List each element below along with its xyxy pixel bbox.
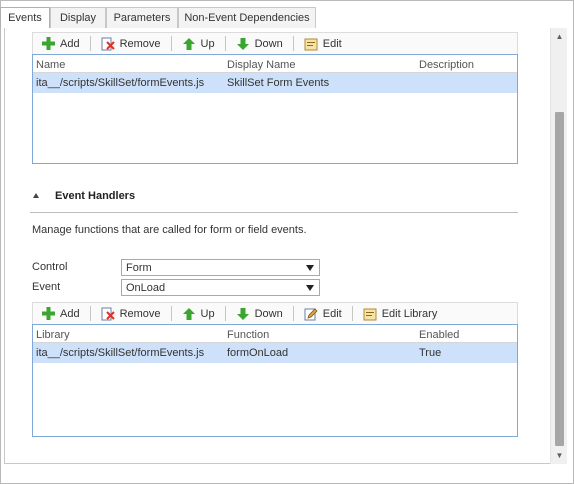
control-label: Control <box>32 261 68 273</box>
remove-handler-button[interactable]: Remove <box>97 305 165 323</box>
chevron-down-icon <box>306 285 314 291</box>
cell-function: formOnLoad <box>227 347 289 359</box>
remove-icon <box>101 307 115 321</box>
scrollbar-thumb[interactable] <box>555 112 564 446</box>
edit-pencil-icon <box>304 307 318 321</box>
cell-display-name: SkillSet Form Events <box>227 77 330 89</box>
arrow-up-icon <box>182 307 196 321</box>
up-label: Up <box>200 307 215 320</box>
form-libraries-grid: Name Display Name Description ita__/scri… <box>32 54 518 164</box>
tab-non-event-dependencies[interactable]: Non-Event Dependencies <box>178 7 316 28</box>
toolbar-separator <box>170 306 172 321</box>
column-header-description[interactable]: Description <box>419 59 474 71</box>
move-down-button[interactable]: Down <box>232 305 287 323</box>
handlers-toolbar: Add Remove Up Down Edit Edit Library <box>32 302 518 324</box>
toolbar-separator <box>224 36 226 51</box>
plus-icon <box>41 307 55 321</box>
edit-library-button[interactable]: Edit <box>300 35 346 53</box>
toolbar-separator <box>292 36 294 51</box>
cell-enabled: True <box>419 347 442 359</box>
toolbar-separator <box>224 306 226 321</box>
chevron-down-icon <box>306 265 314 271</box>
move-up-button[interactable]: Up <box>178 35 219 53</box>
tab-label: Display <box>59 12 97 24</box>
tab-events[interactable]: Events <box>0 7 50 29</box>
toolbar-separator <box>170 36 172 51</box>
event-select[interactable]: OnLoad <box>121 279 320 296</box>
toolbar-separator <box>351 306 353 321</box>
remove-icon <box>101 37 115 51</box>
down-label: Down <box>254 37 283 50</box>
move-down-button[interactable]: Down <box>232 35 287 53</box>
control-select-value: Form <box>126 262 152 274</box>
remove-library-button[interactable]: Remove <box>97 35 165 53</box>
down-label: Down <box>254 307 283 320</box>
tab-parameters[interactable]: Parameters <box>106 7 178 28</box>
collapse-arrow-icon[interactable] <box>33 193 39 198</box>
edit-library-label: Edit Library <box>381 307 438 320</box>
cell-library: ita__/scripts/SkillSet/formEvents.js <box>36 347 205 359</box>
table-row[interactable]: ita__/scripts/SkillSet/formEvents.js Ski… <box>33 73 517 93</box>
edit-properties-icon <box>304 37 318 51</box>
section-description: Manage functions that are called for for… <box>32 224 307 236</box>
control-select[interactable]: Form <box>121 259 320 276</box>
edit-label: Edit <box>322 37 342 50</box>
event-handlers-grid: Library Function Enabled ita__/scripts/S… <box>32 324 518 437</box>
tab-label: Non-Event Dependencies <box>184 12 310 24</box>
add-library-button[interactable]: Add <box>37 35 84 53</box>
remove-label: Remove <box>119 307 161 320</box>
section-divider <box>30 212 518 213</box>
add-label: Add <box>60 37 80 50</box>
tab-display[interactable]: Display <box>50 7 106 28</box>
toolbar-separator <box>89 36 91 51</box>
edit-label: Edit <box>322 307 342 320</box>
edit-handler-button[interactable]: Edit <box>300 305 346 323</box>
event-label: Event <box>32 281 61 293</box>
grid-header: Library Function Enabled <box>33 325 517 343</box>
tab-bar: Events Display Parameters Non-Event Depe… <box>0 7 574 29</box>
grid-header: Name Display Name Description <box>33 55 517 73</box>
column-header-function[interactable]: Function <box>227 329 269 341</box>
edit-library-button[interactable]: Edit Library <box>359 305 442 323</box>
arrow-down-icon <box>236 37 250 51</box>
up-label: Up <box>200 37 215 50</box>
tab-label: Parameters <box>113 12 171 24</box>
libraries-toolbar: Add Remove Up Down Edit <box>32 32 518 54</box>
vertical-scrollbar[interactable]: ▲ ▼ <box>550 28 567 464</box>
column-header-name[interactable]: Name <box>36 59 65 71</box>
plus-icon <box>41 37 55 51</box>
add-handler-button[interactable]: Add <box>37 305 84 323</box>
column-header-enabled[interactable]: Enabled <box>419 329 459 341</box>
arrow-down-icon <box>236 307 250 321</box>
cell-name: ita__/scripts/SkillSet/formEvents.js <box>36 77 205 89</box>
events-panel: Add Remove Up Down Edit Name Display Nam… <box>4 28 567 464</box>
table-row[interactable]: ita__/scripts/SkillSet/formEvents.js for… <box>33 343 517 363</box>
scroll-up-arrow-icon[interactable]: ▲ <box>551 28 568 45</box>
column-header-display-name[interactable]: Display Name <box>227 59 295 71</box>
toolbar-separator <box>292 306 294 321</box>
move-up-button[interactable]: Up <box>178 305 219 323</box>
toolbar-separator <box>89 306 91 321</box>
event-select-value: OnLoad <box>126 282 166 294</box>
edit-properties-icon <box>363 307 377 321</box>
section-title-event-handlers: Event Handlers <box>55 190 136 202</box>
column-header-library[interactable]: Library <box>36 329 70 341</box>
scroll-down-arrow-icon[interactable]: ▼ <box>551 447 568 464</box>
remove-label: Remove <box>119 37 161 50</box>
add-label: Add <box>60 307 80 320</box>
tab-label: Events <box>8 12 42 24</box>
arrow-up-icon <box>182 37 196 51</box>
